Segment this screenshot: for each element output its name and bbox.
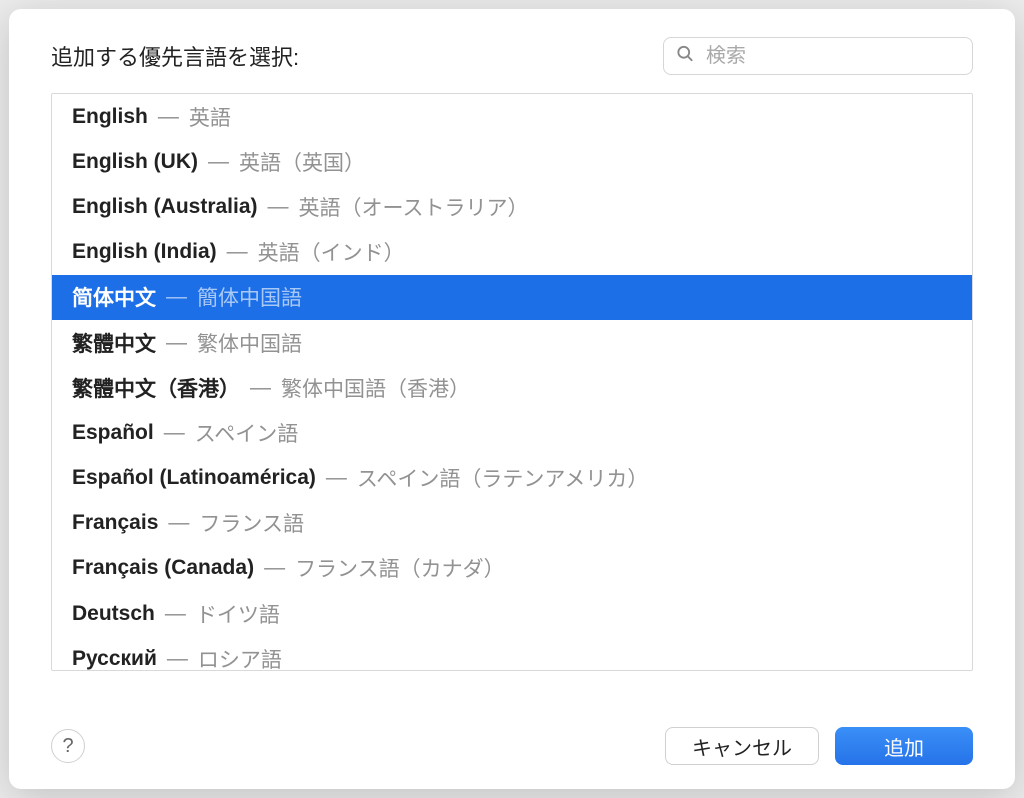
language-native-name: English (UK) xyxy=(72,150,198,174)
language-separator: — xyxy=(268,195,289,219)
language-separator: — xyxy=(227,240,248,264)
language-native-name: Deutsch xyxy=(72,602,155,626)
language-separator: — xyxy=(165,602,186,626)
language-native-name: Русский xyxy=(72,647,157,671)
add-button[interactable]: 追加 xyxy=(835,727,973,765)
language-separator: — xyxy=(264,556,285,580)
language-native-name: English (India) xyxy=(72,240,217,264)
language-row[interactable]: English (Australia) — 英語（オーストラリア） xyxy=(52,184,972,229)
language-local-name: ロシア語 xyxy=(198,644,282,671)
language-local-name: スペイン語 xyxy=(195,418,299,448)
language-separator: — xyxy=(326,466,347,490)
language-local-name: スペイン語（ラテンアメリカ） xyxy=(357,463,648,493)
language-native-name: Español xyxy=(72,421,154,445)
language-local-name: 英語（オーストラリア） xyxy=(299,192,529,222)
language-local-name: 英語（英国） xyxy=(239,147,365,177)
language-local-name: ドイツ語 xyxy=(196,599,280,629)
language-native-name: English xyxy=(72,105,148,129)
language-separator: — xyxy=(166,331,187,355)
cancel-button[interactable]: キャンセル xyxy=(665,727,819,765)
language-native-name: Français xyxy=(72,511,158,535)
language-native-name: 简体中文 xyxy=(72,282,156,312)
language-row[interactable]: Español (Latinoamérica) — スペイン語（ラテンアメリカ） xyxy=(52,456,972,501)
language-native-name: Español (Latinoamérica) xyxy=(72,466,316,490)
language-separator: — xyxy=(167,647,188,671)
language-local-name: 英語 xyxy=(189,102,231,132)
search-input[interactable] xyxy=(663,37,973,75)
language-row[interactable]: Français — フランス語 xyxy=(52,501,972,546)
language-local-name: 繁体中国語 xyxy=(197,328,302,358)
language-select-dialog: 追加する優先言語を選択: English — 英語 English (UK) — 英語（英… xyxy=(9,9,1015,789)
language-local-name: フランス語 xyxy=(199,508,304,538)
button-group: キャンセル 追加 xyxy=(665,727,973,765)
language-native-name: 繁體中文（香港） xyxy=(72,373,240,403)
language-local-name: フランス語（カナダ） xyxy=(295,553,505,583)
language-row[interactable]: English — 英語 xyxy=(52,94,972,139)
language-local-name: 繁体中国語（香港） xyxy=(281,373,470,403)
language-native-name: English (Australia) xyxy=(72,195,258,219)
language-row[interactable]: Русский — ロシア語 xyxy=(52,636,972,671)
language-row[interactable]: Français (Canada) — フランス語（カナダ） xyxy=(52,546,972,591)
language-row[interactable]: 简体中文 — 簡体中国語 xyxy=(52,275,972,320)
language-separator: — xyxy=(166,285,187,309)
language-separator: — xyxy=(208,150,229,174)
language-native-name: 繁體中文 xyxy=(72,328,156,358)
help-button[interactable]: ? xyxy=(51,729,85,763)
language-row[interactable]: 繁體中文 — 繁体中国語 xyxy=(52,320,972,365)
search-wrapper xyxy=(663,37,973,75)
language-separator: — xyxy=(164,421,185,445)
language-row[interactable]: English (UK) — 英語（英国） xyxy=(52,139,972,184)
language-row[interactable]: Español — スペイン語 xyxy=(52,410,972,455)
language-row[interactable]: 繁體中文（香港） — 繁体中国語（香港） xyxy=(52,365,972,410)
language-local-name: 英語（インド） xyxy=(258,237,405,267)
language-separator: — xyxy=(168,511,189,535)
language-row[interactable]: English (India) — 英語（インド） xyxy=(52,230,972,275)
language-local-name: 簡体中国語 xyxy=(197,282,302,312)
language-native-name: Français (Canada) xyxy=(72,556,254,580)
dialog-footer: ? キャンセル 追加 xyxy=(9,711,1015,789)
language-list[interactable]: English — 英語 English (UK) — 英語（英国） English (Au… xyxy=(51,93,973,671)
language-row[interactable]: Deutsch — ドイツ語 xyxy=(52,591,972,636)
dialog-title: 追加する優先言語を選択: xyxy=(51,40,299,72)
language-separator: — xyxy=(250,376,271,400)
language-separator: — xyxy=(158,105,179,129)
dialog-header: 追加する優先言語を選択: xyxy=(9,9,1015,93)
